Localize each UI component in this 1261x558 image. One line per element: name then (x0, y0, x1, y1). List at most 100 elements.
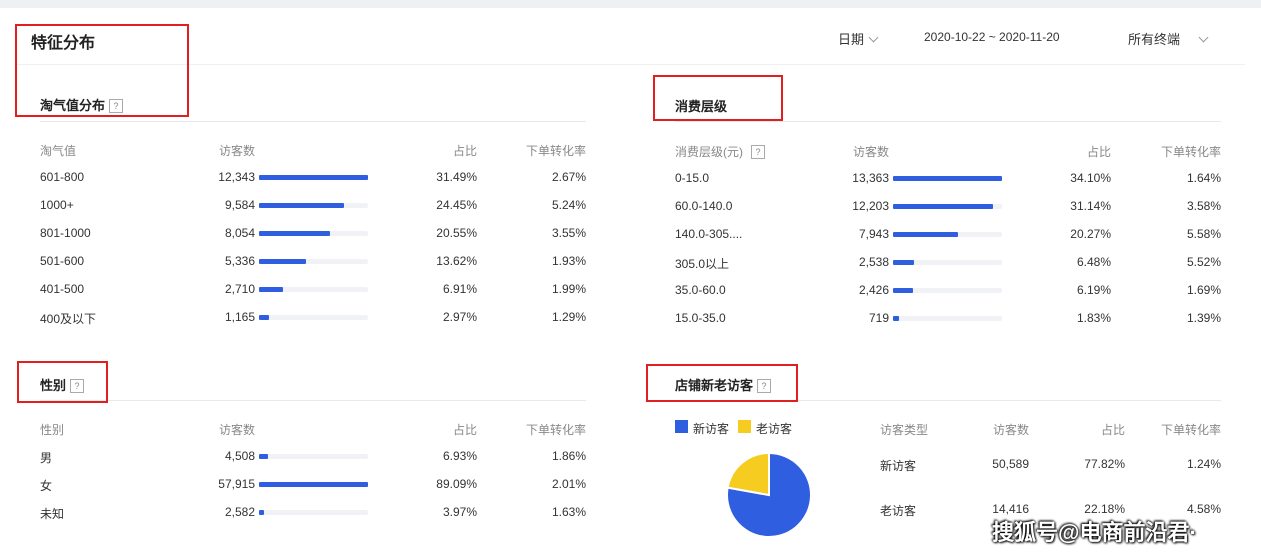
row-share: 3.97% (442, 505, 477, 519)
highlight-box-consume (653, 75, 783, 121)
taoqi-header-share: 占比 (452, 144, 477, 158)
row-share: 20.27% (1070, 227, 1111, 241)
row-share: 77.82% (1084, 457, 1125, 471)
row-bar (893, 176, 1002, 181)
row-bar (893, 288, 913, 293)
row-bar (259, 175, 368, 180)
row-conv: 3.55% (551, 226, 586, 240)
header-divider (15, 64, 1245, 65)
row-visitors: 12,343 (218, 170, 255, 184)
legend-new-label[interactable]: 新访客 (693, 420, 729, 437)
store-header-share: 占比 (1100, 423, 1125, 437)
top-strip (0, 0, 1261, 8)
row-label: 401-500 (40, 282, 85, 296)
row-share: 13.62% (436, 254, 477, 268)
row-conv: 1.24% (1186, 457, 1221, 471)
row-visitors: 719 (868, 311, 889, 325)
row-label: 35.0-60.0 (675, 283, 726, 297)
row-bar-track (893, 232, 1002, 237)
row-visitors: 5,336 (224, 254, 255, 268)
row-conv: 1.99% (551, 282, 586, 296)
row-visitors: 9,584 (224, 198, 255, 212)
legend-old-label[interactable]: 老访客 (756, 420, 792, 437)
row-bar-track (259, 175, 368, 180)
watermark: 搜狐号@电商前沿君· (992, 520, 1197, 545)
row-label: 140.0-305.... (675, 227, 743, 241)
row-visitors: 4,508 (224, 449, 255, 463)
row-conv: 5.24% (551, 198, 586, 212)
gender-header-conv: 下单转化率 (525, 423, 586, 437)
row-conv: 1.29% (551, 310, 586, 324)
row-bar (259, 315, 270, 320)
row-conv: 1.86% (551, 449, 586, 463)
row-bar-track (259, 259, 368, 264)
row-conv: 1.63% (551, 505, 586, 519)
help-icon[interactable]: ? (751, 145, 765, 159)
highlight-box-store (646, 364, 798, 402)
row-bar-track (259, 203, 368, 208)
row-bar-track (259, 510, 368, 515)
row-share: 6.93% (442, 449, 477, 463)
chevron-down-icon (868, 32, 879, 43)
row-bar-track (893, 176, 1002, 181)
row-visitors: 57,915 (218, 477, 255, 491)
taoqi-header-label: 淘气值 (40, 144, 77, 158)
consume-header-visitors: 访客数 (852, 145, 889, 159)
row-conv: 4.58% (1186, 502, 1221, 516)
terminal-select-value: 所有终端 (1128, 32, 1181, 47)
row-share: 34.10% (1070, 171, 1111, 185)
row-share: 31.49% (436, 170, 477, 184)
consume-header-conv: 下单转化率 (1160, 145, 1221, 159)
row-bar (259, 203, 344, 208)
row-share: 24.45% (436, 198, 477, 212)
row-bar-track (893, 260, 1002, 265)
row-label: 0-15.0 (675, 171, 710, 185)
terminal-select[interactable]: 所有终端 (1128, 29, 1209, 48)
row-share: 6.91% (442, 282, 477, 296)
pie-slice-old[interactable] (726, 451, 770, 497)
store-header-visitors: 访客数 (992, 423, 1029, 437)
taoqi-header-conv: 下单转化率 (525, 144, 586, 158)
row-label: 1000+ (40, 198, 74, 212)
consume-header-share: 占比 (1086, 145, 1111, 159)
row-label: 601-800 (40, 170, 85, 184)
row-bar-track (259, 482, 368, 487)
row-bar-track (893, 204, 1002, 209)
date-filter-label: 日期 (838, 32, 865, 47)
row-bar (893, 260, 914, 265)
store-header-conv: 下单转化率 (1160, 423, 1221, 437)
consume-header-label: 消费层级(元) (675, 145, 743, 159)
row-share: 22.18% (1084, 502, 1125, 516)
row-share: 1.83% (1076, 311, 1111, 325)
gender-header-label: 性别 (40, 423, 65, 437)
row-label: 305.0以上 (675, 257, 730, 271)
row-visitors: 14,416 (992, 502, 1029, 516)
row-visitors: 12,203 (852, 199, 889, 213)
row-bar (893, 232, 958, 237)
row-share: 2.97% (442, 310, 477, 324)
row-bar-track (893, 288, 1002, 293)
highlight-box-gender (17, 361, 108, 403)
row-conv: 2.67% (551, 170, 586, 184)
row-label: 15.0-35.0 (675, 311, 726, 325)
row-conv: 5.58% (1186, 227, 1221, 241)
row-share: 6.19% (1076, 283, 1111, 297)
consume-divider (675, 121, 1221, 122)
row-bar (259, 231, 331, 236)
date-filter[interactable]: 日期 (838, 29, 879, 48)
row-label: 女 (40, 479, 53, 493)
row-bar-track (893, 316, 1002, 321)
row-bar (259, 510, 264, 515)
store-header-label: 访客类型 (880, 423, 929, 437)
row-label: 男 (40, 451, 53, 465)
row-share: 31.14% (1070, 199, 1111, 213)
row-conv: 1.39% (1186, 311, 1221, 325)
row-label: 老访客 (880, 504, 917, 518)
row-bar-track (259, 454, 368, 459)
legend-new-swatch (675, 420, 688, 433)
row-label: 400及以下 (40, 312, 97, 326)
date-range[interactable]: 2020-10-22 ~ 2020-11-20 (924, 30, 1060, 44)
row-share: 89.09% (436, 477, 477, 491)
row-bar-track (259, 231, 368, 236)
taoqi-header-visitors: 访客数 (218, 144, 255, 158)
